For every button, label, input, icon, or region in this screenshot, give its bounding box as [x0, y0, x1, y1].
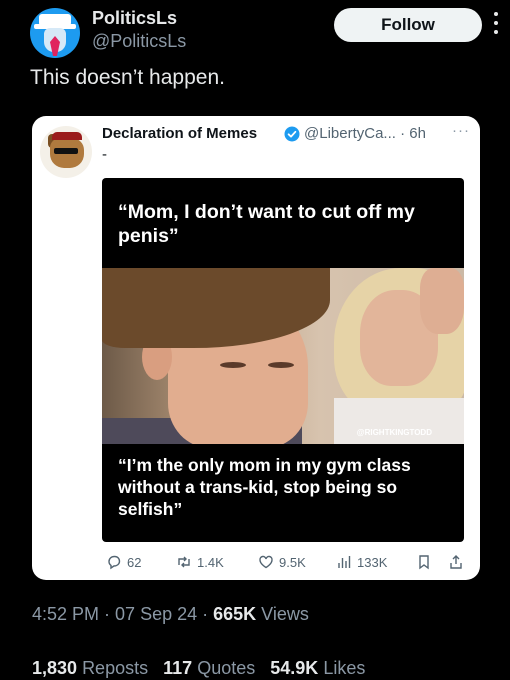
author-handle[interactable]: @PoliticsLs [92, 31, 186, 52]
tweet-text: This doesn’t happen. [30, 66, 225, 89]
views-icon [338, 556, 351, 568]
tweet-date[interactable]: 07 Sep 24 [115, 604, 197, 624]
reply-count: 62 [127, 554, 142, 570]
follow-button[interactable]: Follow [334, 8, 482, 42]
views-count: 133K [357, 554, 388, 570]
meme-photo: @RIGHTKINGTODD [102, 268, 464, 444]
quoted-more-icon[interactable]: ··· [452, 122, 470, 139]
heart-icon [259, 555, 273, 569]
meme-bottom-caption: “I’m the only mom in my gym class withou… [118, 455, 411, 519]
quoted-tweet[interactable]: Declaration of Memes @LibertyCa... · 6h … [32, 116, 480, 580]
quotes-stat[interactable]: 117 Quotes [163, 658, 255, 678]
bookmark-icon [419, 555, 429, 570]
repost-icon [178, 556, 190, 568]
repost-count: 1.4K [197, 554, 224, 570]
quoted-text: - [102, 146, 107, 163]
tweet-views-label: Views [261, 604, 309, 624]
repost-action[interactable]: 1.4K [176, 552, 224, 572]
meme-watermark: @RIGHTKINGTODD [356, 428, 432, 437]
like-count: 9.5K [279, 554, 306, 570]
reply-icon [108, 555, 121, 570]
tweet-views-count: 665K [213, 604, 257, 624]
quoted-author-avatar[interactable] [40, 126, 92, 178]
views-action[interactable]: 133K [336, 552, 387, 572]
likes-stat[interactable]: 54.9K Likes [270, 658, 365, 678]
reply-action[interactable]: 62 [106, 552, 141, 572]
author-avatar[interactable] [30, 8, 80, 58]
verified-badge-icon [284, 126, 300, 142]
share-icon [450, 555, 462, 569]
meme-top-caption: “Mom, I don’t want to cut off my penis” [118, 201, 415, 247]
like-action[interactable]: 9.5K [258, 552, 306, 572]
bookmark-action[interactable] [416, 552, 437, 572]
share-action[interactable] [448, 552, 469, 572]
tweet-time[interactable]: 4:52 PM [32, 604, 99, 624]
author-name[interactable]: PoliticsLs [92, 8, 177, 29]
more-options-icon[interactable] [493, 12, 499, 38]
reposts-stat[interactable]: 1,830 Reposts [32, 658, 148, 678]
tweet-stats: 1,830 Reposts 117 Quotes 54.9K Likes [32, 658, 365, 679]
quoted-author-name[interactable]: Declaration of Memes [102, 125, 257, 142]
quoted-action-bar: 62 1.4K 9.5K 133K [32, 552, 480, 572]
tweet-meta: 4:52 PM · 07 Sep 24 · 665K Views [32, 604, 309, 624]
meme-image[interactable]: “Mom, I don’t want to cut off my penis” … [102, 178, 464, 542]
tweet-header: PoliticsLs @PoliticsLs Follow [30, 6, 500, 58]
quoted-handle-time[interactable]: @LibertyCa... · 6h [304, 125, 426, 142]
